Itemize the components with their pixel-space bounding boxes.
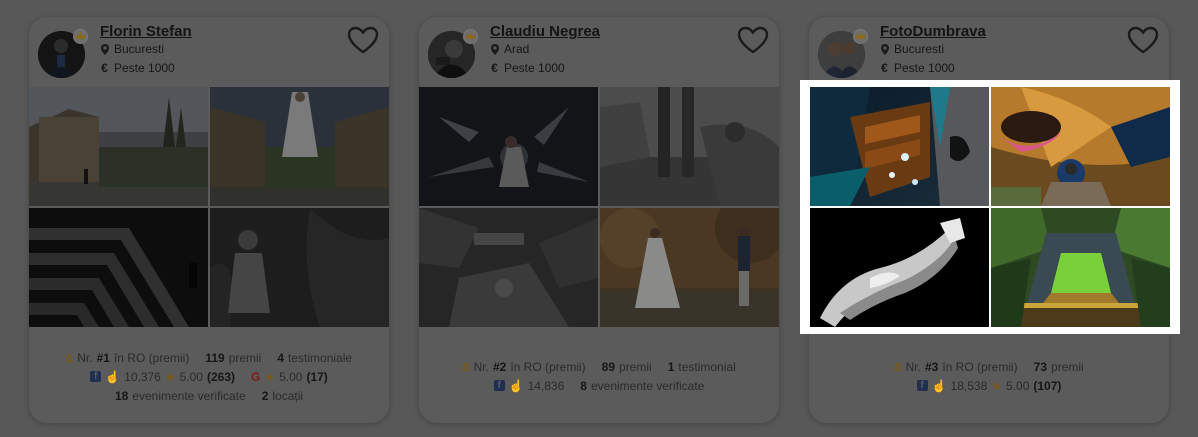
price-text: Peste 1000 [114, 61, 175, 75]
photo-grid [29, 87, 389, 327]
photographer-card-claudiu-negrea[interactable]: Claudiu Negrea Arad € Peste 1000 ∆ Nr. #… [419, 17, 779, 423]
photographer-name-link[interactable]: FotoDumbrava [880, 23, 986, 40]
location: Bucuresti [100, 42, 164, 56]
photographer-card-florin-stefan[interactable]: Florin Stefan Bucuresti € Peste 1000 ∆ N… [29, 17, 389, 423]
highlighted-photo-grid [810, 87, 1170, 327]
portfolio-photo[interactable] [810, 87, 989, 206]
price-text: Peste 1000 [894, 61, 955, 75]
stats-row-rank: ∆ Nr. #2 în RO (premii) 89 premii 1 test… [462, 359, 736, 374]
price-text: Peste 1000 [504, 61, 565, 75]
heart-icon [1127, 26, 1159, 54]
heart-icon [737, 26, 769, 54]
facebook-likes: 10,376 [124, 369, 161, 384]
thumbs-up-icon: ☝ [508, 378, 524, 393]
price: € Peste 1000 [100, 61, 175, 75]
location-text: Bucuresti [114, 42, 165, 56]
euro-icon: € [101, 61, 108, 75]
price: € Peste 1000 [880, 61, 955, 75]
awards-count: 73 [1033, 359, 1048, 374]
facebook-likes: 18,538 [950, 378, 988, 393]
facebook-likes: 14,836 [527, 378, 565, 393]
location: Arad [490, 42, 529, 56]
awards-count: 89 [601, 359, 616, 374]
rank-number: #3 [924, 359, 939, 374]
map-pin-icon [490, 43, 499, 55]
euro-icon: € [881, 61, 888, 75]
portfolio-photo[interactable] [600, 87, 779, 206]
google-icon: G [250, 369, 261, 384]
stats-row-ratings: f ☝ 14,836 8 evenimente verificate [419, 376, 779, 395]
location-text: Arad [504, 42, 530, 56]
crown-icon [73, 29, 88, 44]
price: € Peste 1000 [490, 61, 565, 75]
facebook-icon: f [90, 371, 102, 382]
rank-number: #2 [492, 359, 507, 374]
portfolio-photo[interactable] [419, 208, 598, 327]
thumbs-up-icon: ☝ [931, 378, 947, 393]
heart-icon [347, 26, 379, 54]
portfolio-photo[interactable] [29, 87, 208, 206]
map-pin-icon [100, 43, 109, 55]
favorite-heart-button[interactable] [737, 26, 769, 54]
stats-row-ratings: f ☝ 10,376 ★ 5.00 (263) G ★ 5.00 (17) [29, 367, 389, 386]
stats-row-events: 18 evenimente verificate 2 locații [114, 388, 304, 403]
crown-icon [463, 29, 478, 44]
locations-count: 2 [261, 388, 269, 403]
thumbs-up-icon: ☝ [105, 369, 121, 384]
events-count: 8 [580, 378, 587, 393]
stats: ∆ Nr. #2 în RO (premii) 89 premii 1 test… [419, 357, 779, 395]
portfolio-photo[interactable] [210, 208, 389, 327]
awards-count: 119 [205, 350, 225, 365]
stats: ∆ Nr. #1 în RO (premii) 119 premii 4 tes… [29, 348, 389, 405]
stats-row-rank: ∆ Nr. #3 în RO (premii) 73 premii [894, 359, 1084, 374]
portfolio-photo[interactable] [210, 87, 389, 206]
location-text: Bucuresti [894, 42, 945, 56]
facebook-icon: f [493, 380, 505, 391]
location: Bucuresti [880, 42, 944, 56]
rank-number: #1 [96, 350, 110, 365]
stats-row-ratings: f ☝ 18,538 ★ 5.00 (107) [809, 376, 1169, 395]
crown-icon [853, 29, 868, 44]
favorite-heart-button[interactable] [347, 26, 379, 54]
star-icon: ★ [991, 378, 1003, 393]
medal-icon: ∆ [65, 350, 74, 365]
testimonials-count: 4 [277, 350, 285, 365]
portfolio-photo[interactable] [991, 208, 1170, 327]
portfolio-photo[interactable] [600, 208, 779, 327]
testimonials-count: 1 [667, 359, 675, 374]
portfolio-photo[interactable] [419, 87, 598, 206]
portfolio-photo[interactable] [991, 87, 1170, 206]
stats: ∆ Nr. #3 în RO (premii) 73 premii f ☝ 18… [809, 357, 1169, 395]
portfolio-photo[interactable] [29, 208, 208, 327]
star-icon: ★ [264, 369, 276, 384]
medal-icon: ∆ [462, 359, 470, 374]
euro-icon: € [491, 61, 498, 75]
favorite-heart-button[interactable] [1127, 26, 1159, 54]
photographer-name-link[interactable]: Claudiu Negrea [490, 23, 600, 40]
photo-grid [419, 87, 779, 327]
star-icon: ★ [164, 369, 176, 384]
stats-row-rank: ∆ Nr. #1 în RO (premii) 119 premii 4 tes… [65, 350, 353, 365]
medal-icon: ∆ [894, 359, 902, 374]
portfolio-photo[interactable] [810, 208, 989, 327]
events-count: 18 [114, 388, 129, 403]
photographer-name-link[interactable]: Florin Stefan [100, 23, 192, 40]
facebook-icon: f [916, 380, 928, 391]
map-pin-icon [880, 43, 889, 55]
